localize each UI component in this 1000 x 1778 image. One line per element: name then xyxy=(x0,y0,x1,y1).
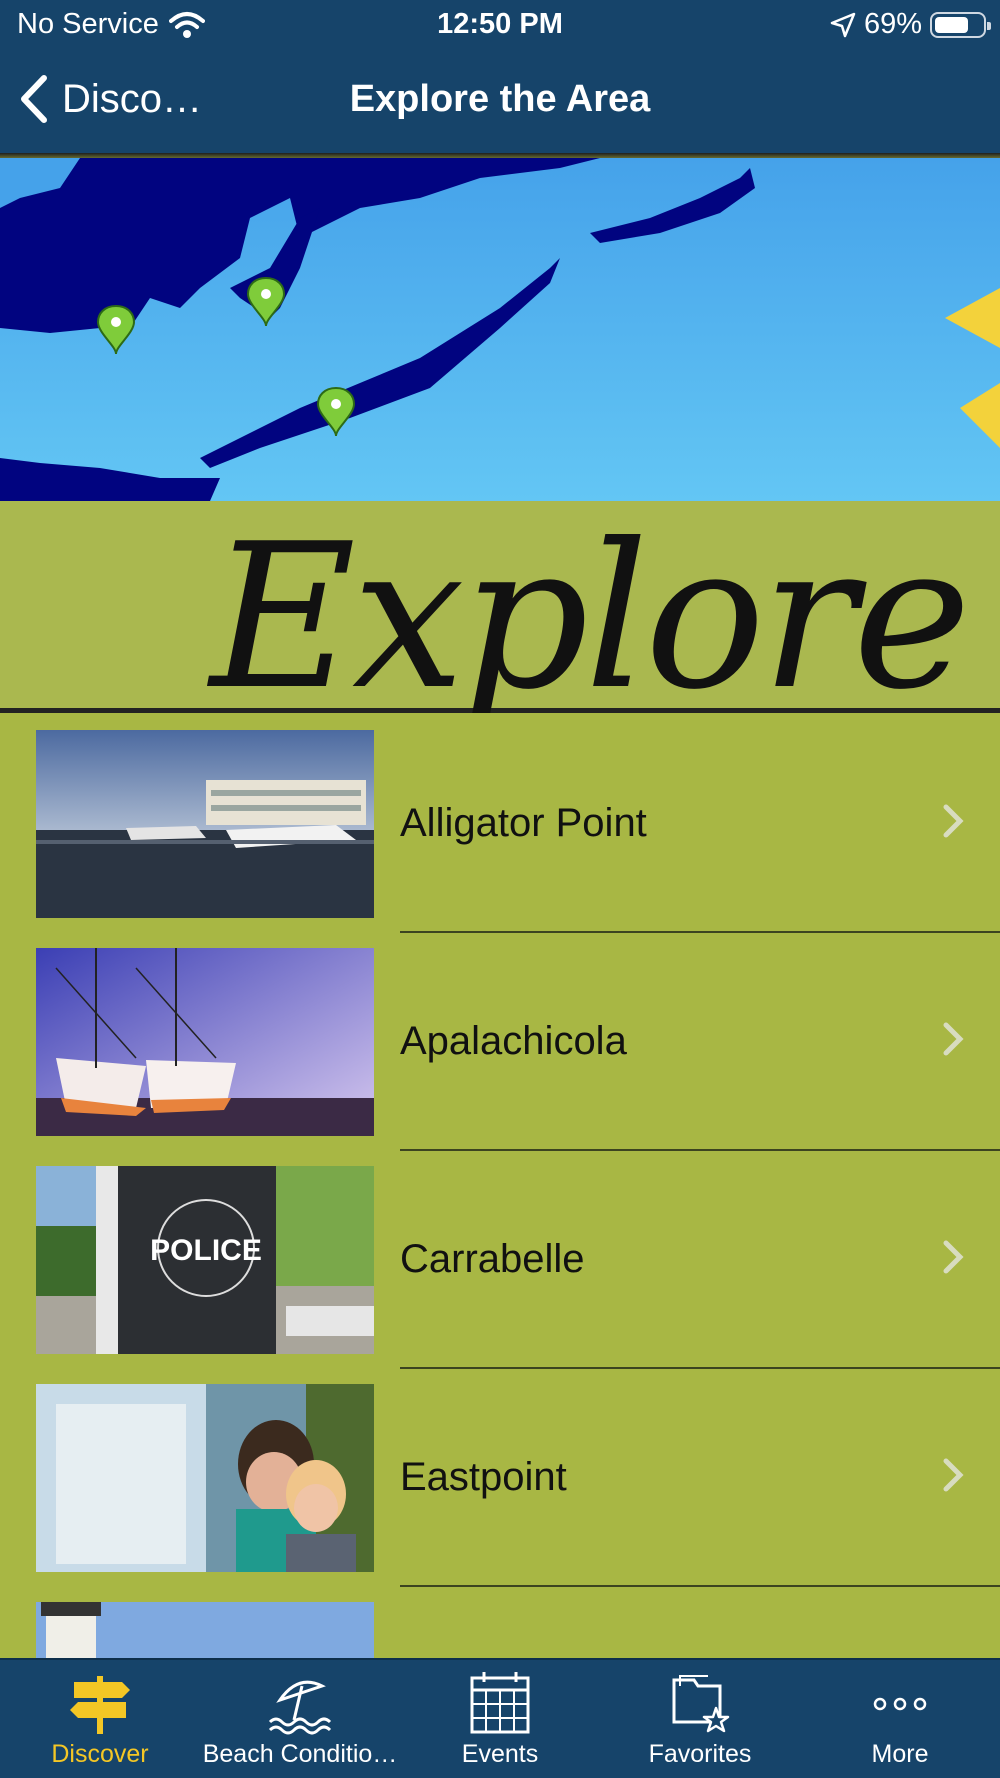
status-right: 69% xyxy=(830,8,991,41)
tab-discover[interactable]: Discover xyxy=(0,1660,200,1778)
shrimp-boats-photo xyxy=(36,948,374,1136)
map-pin-icon xyxy=(316,386,356,437)
more-dots-icon xyxy=(873,1697,927,1711)
tab-label: Discover xyxy=(51,1740,149,1768)
hero-banner: Explore xyxy=(0,158,1000,713)
aquarium-photo xyxy=(36,1384,374,1572)
tab-beach-conditions[interactable]: Beach Conditio… xyxy=(200,1660,400,1778)
hero-explore-text: Explore xyxy=(210,501,971,714)
top-bar: No Service 12:50 PM 69% Disco… Explore t… xyxy=(0,0,1000,153)
tab-label: Events xyxy=(461,1740,539,1768)
tab-events[interactable]: Events xyxy=(400,1660,600,1778)
folder-star-icon xyxy=(672,1675,730,1733)
police-station-photo: POLICE xyxy=(36,1166,374,1354)
list-item-label: Carrabelle xyxy=(400,1237,585,1281)
map-pin-icon xyxy=(246,276,286,327)
navigation-bar: Disco… Explore the Area xyxy=(0,62,1000,142)
tab-bar: Discover Beach Conditio… Events Favorite… xyxy=(0,1658,1000,1778)
police-sign-text: POLICE xyxy=(150,1234,262,1267)
tab-favorites[interactable]: Favorites xyxy=(600,1660,800,1778)
chevron-right-icon xyxy=(943,1022,964,1056)
map-pin-icon xyxy=(96,304,136,355)
list-item[interactable]: POLICE Carrabelle xyxy=(0,1151,1000,1369)
status-bar: No Service 12:50 PM 69% xyxy=(0,0,1000,50)
list-item[interactable]: Eastpoint xyxy=(0,1369,1000,1587)
chevron-right-icon xyxy=(943,1458,964,1492)
calendar-icon xyxy=(470,1672,530,1734)
list-item[interactable]: Apalachicola xyxy=(0,933,1000,1151)
tab-label: Beach Conditio… xyxy=(202,1740,398,1768)
list-item[interactable] xyxy=(0,1587,1000,1658)
tab-more[interactable]: More xyxy=(800,1660,1000,1778)
list-item[interactable]: Alligator Point xyxy=(0,715,1000,933)
battery-icon xyxy=(930,11,991,38)
tab-label: More xyxy=(871,1740,929,1768)
list-item-label: Eastpoint xyxy=(400,1455,567,1499)
page-title: Explore the Area xyxy=(349,78,651,120)
location-arrow-icon xyxy=(830,12,856,37)
tab-label: Favorites xyxy=(648,1740,752,1768)
area-list: Alligator Point Apalachicola POLICE Carr… xyxy=(0,715,1000,1658)
signpost-icon xyxy=(70,1676,130,1734)
chevron-right-icon xyxy=(943,804,964,838)
chevron-right-icon xyxy=(943,1240,964,1274)
list-item-label: Apalachicola xyxy=(400,1019,627,1063)
battery-percent: 69% xyxy=(863,8,922,40)
lighthouse-photo xyxy=(36,1602,374,1658)
coastline-map-graphic xyxy=(0,158,1000,501)
marina-photo xyxy=(36,730,374,918)
list-item-label: Alligator Point xyxy=(400,801,647,845)
beach-umbrella-icon xyxy=(268,1680,332,1735)
